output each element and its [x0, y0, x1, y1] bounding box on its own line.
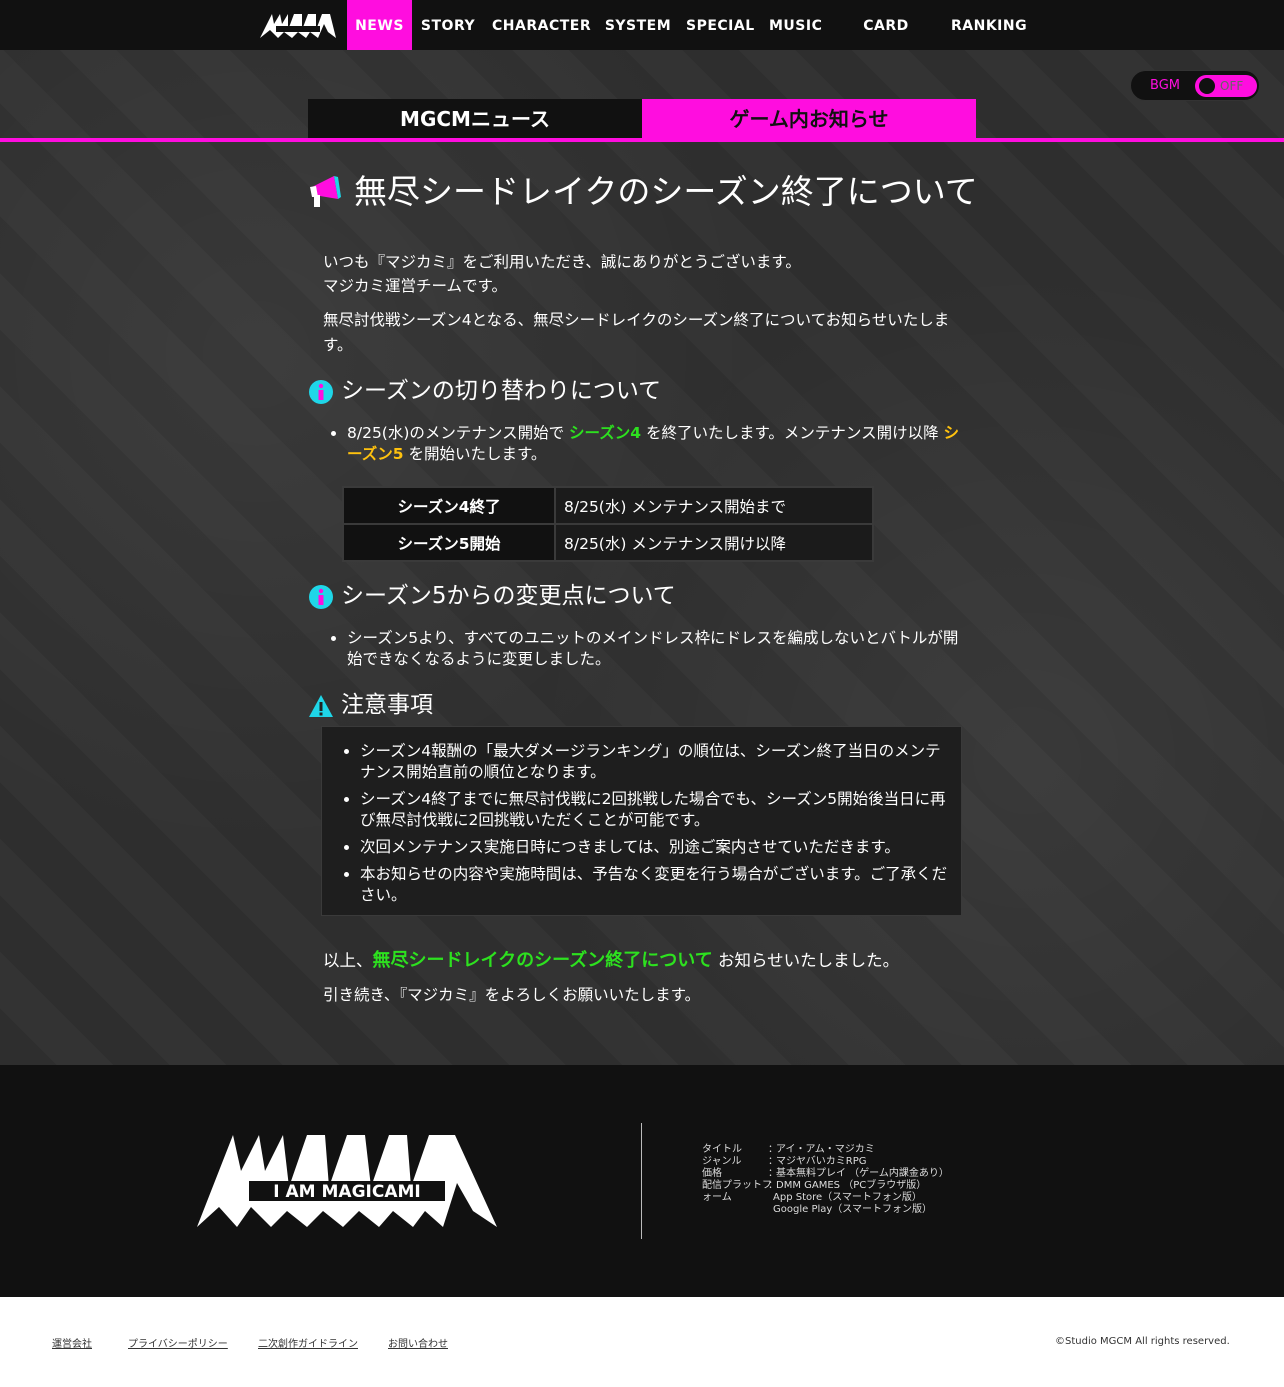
list-item: シーズン5より、すべてのユニットのメインドレス枠にドレスを編成しないとバトルが開… — [347, 628, 967, 670]
copyright: ©Studio MGCM All rights reserved. — [1055, 1336, 1230, 1347]
info-key: 配信プラットフ — [702, 1180, 772, 1191]
outro-line-2: 引き続き、『マジカミ』をよろしくお願いいたします。 — [323, 986, 701, 1004]
bgm-label: BGM — [1150, 78, 1180, 93]
section-heading-notes: 注意事項 — [308, 689, 976, 721]
toggle-knob — [1199, 78, 1215, 94]
info-icon — [309, 585, 333, 609]
text: を開始いたします。 — [403, 445, 547, 463]
info-icon — [309, 380, 333, 404]
text: 以上、 — [323, 951, 373, 970]
bottom-bar: 運営会社 プライバシーポリシー 二次創作ガイドライン お問い合わせ ©Studi… — [0, 1297, 1284, 1387]
divider — [641, 1123, 642, 1239]
info-value: Google Play（スマートフォン版） — [773, 1204, 932, 1215]
nav-system[interactable]: SYSTEM — [604, 0, 672, 50]
section-heading-changes: シーズン5からの変更点について — [308, 580, 976, 612]
season-schedule-table: シーズン4終了 8/25(水) メンテナンス開始まで シーズン5開始 8/25(… — [342, 486, 874, 562]
text: 8/25(水)のメンテナンス開始で — [347, 424, 570, 442]
bgm-state: OFF — [1220, 79, 1244, 93]
info-key: ォーム — [702, 1192, 732, 1203]
table-cell: 8/25(水) メンテナンス開始まで — [554, 486, 874, 525]
title-highlight: 無尽シードレイクのシーズン終了について — [372, 950, 713, 971]
warning-icon — [309, 695, 333, 717]
list-item: 次回メンテナンス実施日時につきましては、別途ご案内させていただきます。 — [360, 837, 950, 858]
intro-line-3-cont: す。 — [323, 336, 353, 354]
list-item: シーズン4報酬の「最大ダメージランキング」の順位は、シーズン終了当日のメンテナン… — [360, 741, 950, 783]
tab-mgcm-news[interactable]: MGCMニュース — [308, 99, 642, 138]
text: お知らせいたしました。 — [712, 951, 900, 970]
nav-ranking[interactable]: RANKING — [951, 0, 1027, 50]
top-navigation: NEWS STORY CHARACTER SYSTEM SPECIAL MUSI… — [0, 0, 1284, 86]
info-value: マジヤバいカミRPG — [776, 1156, 867, 1167]
news-tabs: MGCMニュース ゲーム内お知らせ — [308, 99, 976, 139]
section-heading-season-switch: シーズンの切り替わりについて — [308, 375, 976, 407]
link-fanwork-guideline[interactable]: 二次創作ガイドライン — [258, 1335, 358, 1350]
intro-line-2: マジカミ運営チームです。 — [323, 277, 507, 295]
info-key: タイトル — [702, 1144, 742, 1155]
nav-music[interactable]: MUSIC — [769, 0, 822, 50]
bgm-switch[interactable]: BGM OFF — [1130, 70, 1260, 101]
season4-highlight: シーズン4 — [569, 424, 642, 442]
info-value: DMM GAMES （PCブラウザ版） — [776, 1180, 927, 1191]
article-title: 無尽シードレイクのシーズン終了について — [354, 172, 978, 211]
notes-list: シーズン4報酬の「最大ダメージランキング」の順位は、シーズン終了当日のメンテナン… — [360, 741, 950, 912]
info-value: アイ・アム・マジカミ — [776, 1144, 875, 1155]
outro-line-1: 以上、無尽シードレイクのシーズン終了について お知らせいたしました。 — [323, 949, 973, 973]
table-header-cell: シーズン4終了 — [342, 486, 556, 525]
nav-special[interactable]: SPECIAL — [686, 0, 754, 50]
info-value: App Store（スマートフォン版） — [773, 1192, 922, 1203]
info-value: 基本無料プレイ （ゲーム内課金あり） — [776, 1168, 949, 1179]
footer: I AM MAGICAMI タイトル：アイ・アム・マジカミ ジャンル：マジヤバい… — [0, 1065, 1284, 1297]
section-title: シーズンの切り替わりについて — [341, 378, 662, 404]
nav-news[interactable]: NEWS — [347, 0, 412, 50]
table-row: シーズン5開始 8/25(水) メンテナンス開け以降 — [342, 523, 874, 562]
megaphone-icon — [310, 176, 341, 207]
season-switch-list: 8/25(水)のメンテナンス開始で シーズン4 を終了いたします。メンテナンス開… — [347, 423, 967, 471]
logo-text: I AM MAGICAMI — [273, 1182, 420, 1202]
intro-line-3: 無尽討伐戦シーズン4となる、無尽シードレイクのシーズン終了についてお知らせいたし… — [323, 311, 950, 329]
list-item: 8/25(水)のメンテナンス開始で シーズン4 を終了いたします。メンテナンス開… — [347, 423, 967, 465]
nav-story[interactable]: STORY — [418, 0, 478, 50]
bgm-toggle[interactable]: OFF — [1195, 75, 1257, 97]
intro-line-1: いつも『マジカミ』をご利用いただき、誠にありがとうございます。 — [323, 253, 801, 271]
section-title: シーズン5からの変更点について — [341, 583, 676, 609]
nav-card-maker[interactable]: CARD MAKER — [836, 0, 936, 86]
magicami-logo[interactable] — [258, 10, 338, 40]
info-key: ジャンル — [702, 1156, 742, 1167]
table-header-cell: シーズン5開始 — [342, 523, 556, 562]
magicami-logo: I AM MAGICAMI — [197, 1135, 497, 1227]
page-title: 無尽シードレイクのシーズン終了について — [308, 170, 978, 214]
list-item: シーズン4終了までに無尽討伐戦に2回挑戦した場合でも、シーズン5開始後当日に再び… — [360, 789, 950, 831]
table-cell: 8/25(水) メンテナンス開け以降 — [554, 523, 874, 562]
table-row: シーズン4終了 8/25(水) メンテナンス開始まで — [342, 486, 874, 525]
tab-underline — [0, 138, 1284, 142]
nav-character[interactable]: CHARACTER — [492, 0, 591, 50]
link-contact[interactable]: お問い合わせ — [388, 1335, 448, 1350]
tab-ingame-notice[interactable]: ゲーム内お知らせ — [642, 99, 976, 138]
notes-box: シーズン4報酬の「最大ダメージランキング」の順位は、シーズン終了当日のメンテナン… — [321, 726, 962, 916]
link-privacy-policy[interactable]: プライバシーポリシー — [128, 1335, 228, 1350]
link-company[interactable]: 運営会社 — [52, 1335, 92, 1350]
info-key: 価格 — [702, 1168, 722, 1179]
list-item: 本お知らせの内容や実施時間は、予告なく変更を行う場合がございます。ご了承ください… — [360, 864, 950, 906]
section-title: 注意事項 — [341, 692, 433, 718]
changes-list: シーズン5より、すべてのユニットのメインドレス枠にドレスを編成しないとバトルが開… — [347, 628, 967, 676]
text: を終了いたします。メンテナンス開け以降 — [641, 424, 944, 442]
